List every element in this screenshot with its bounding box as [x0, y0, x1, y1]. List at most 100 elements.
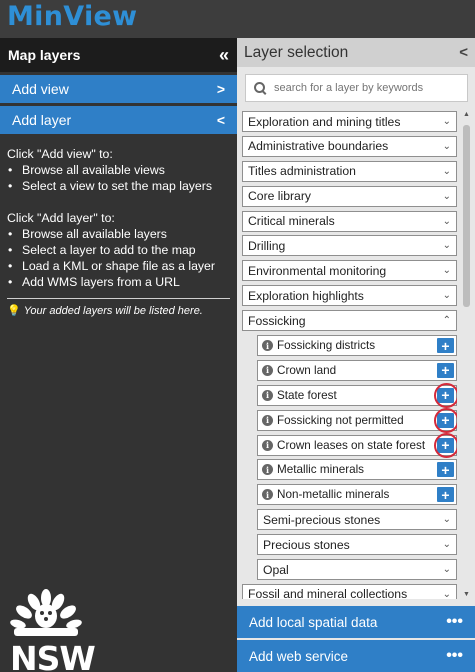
category-label: Fossil and mineral collections	[248, 587, 408, 599]
help-view-list: Browse all available views Select a view…	[7, 162, 230, 194]
waratah-icon	[10, 589, 82, 636]
info-icon[interactable]: i	[262, 439, 273, 451]
category-titles-administration[interactable]: Titles administration ⌄	[242, 160, 457, 182]
layer-item-fossicking-districts: i Fossicking districts +	[257, 335, 457, 357]
add-layer-plus-button[interactable]: +	[437, 487, 454, 503]
add-view-button[interactable]: Add view >	[0, 75, 237, 103]
list-scrollbar[interactable]: ▲ ▼	[462, 111, 471, 599]
category-label: Fossicking	[248, 313, 306, 328]
layer-label: Non-metallic minerals	[277, 488, 390, 502]
category-label: Core library	[248, 189, 311, 204]
layer-search-input[interactable]	[274, 82, 459, 94]
layer-item-non-metallic-minerals: i Non-metallic minerals +	[257, 484, 457, 506]
subgroup-precious-stones[interactable]: Precious stones ⌄	[257, 534, 457, 556]
chevron-down-icon: ⌄	[442, 265, 451, 277]
top-bar: MinView	[0, 0, 475, 38]
layer-item-metallic-minerals: i Metallic minerals +	[257, 459, 457, 481]
info-icon[interactable]: i	[262, 389, 273, 401]
category-exploration-and-mining-titles[interactable]: Exploration and mining titles ⌄	[242, 111, 457, 132]
added-layers-note: 💡 Your added layers will be listed here.	[0, 299, 237, 322]
help-layer-item: Browse all available layers	[7, 226, 230, 242]
chevron-left-icon: <	[216, 112, 225, 128]
map-layers-panel: Map layers « Add view > Add layer < Clic…	[0, 38, 237, 672]
add-layer-plus-button[interactable]: +	[437, 462, 454, 478]
chevron-down-icon: ⌄	[442, 539, 451, 551]
chevron-down-icon: ⌄	[442, 514, 451, 526]
chevron-right-icon: >	[216, 81, 225, 97]
add-local-spatial-data-button[interactable]: Add local spatial data •••	[237, 606, 475, 638]
category-administrative-boundaries[interactable]: Administrative boundaries ⌄	[242, 135, 457, 157]
info-icon[interactable]: i	[262, 489, 273, 501]
search-icon	[254, 81, 267, 95]
layer-item-fossicking-not-permitted: i Fossicking not permitted +	[257, 407, 457, 433]
layer-item-crown-land: i Crown land +	[257, 359, 457, 381]
chevron-up-icon: ⌃	[442, 315, 451, 327]
help-view-intro: Click "Add view" to:	[7, 147, 113, 161]
add-web-service-button[interactable]: Add web service •••	[237, 640, 475, 672]
add-local-spatial-data-label: Add local spatial data	[249, 614, 378, 630]
added-layers-note-text: Your added layers will be listed here.	[23, 304, 203, 317]
category-label: Drilling	[248, 238, 286, 253]
category-core-library[interactable]: Core library ⌄	[242, 185, 457, 207]
highlight-ring	[434, 432, 457, 458]
more-options-icon[interactable]: •••	[446, 647, 463, 665]
layer-label: Fossicking districts	[277, 339, 376, 353]
add-layer-button[interactable]: Add layer <	[0, 106, 237, 134]
close-icon[interactable]: <	[459, 44, 468, 61]
help-layer-intro: Click "Add layer" to:	[7, 211, 115, 225]
chevron-down-icon: ⌄	[442, 240, 451, 252]
chevron-down-icon: ⌄	[442, 564, 451, 576]
app-logo[interactable]: MinView	[7, 1, 137, 32]
layer-label: Crown leases on state forest	[277, 438, 426, 452]
layer-label: Fossicking not permitted	[277, 413, 404, 427]
layer-label: Metallic minerals	[277, 463, 365, 477]
subgroup-opal[interactable]: Opal ⌄	[257, 559, 457, 581]
add-view-label: Add view	[12, 81, 69, 97]
layer-search-box[interactable]	[245, 74, 468, 102]
help-view-item: Browse all available views	[7, 162, 230, 178]
subgroup-label: Precious stones	[263, 537, 350, 552]
highlight-ring	[434, 407, 457, 433]
category-label: Environmental monitoring	[248, 263, 387, 278]
info-icon[interactable]: i	[262, 340, 273, 352]
category-label: Exploration and mining titles	[248, 114, 401, 129]
collapse-panel-icon[interactable]: «	[219, 45, 229, 66]
category-critical-minerals[interactable]: Critical minerals ⌄	[242, 210, 457, 232]
chevron-down-icon: ⌄	[442, 116, 451, 127]
help-layer-item: Load a KML or shape file as a layer	[7, 258, 230, 274]
layer-category-list: Exploration and mining titles ⌄ Administ…	[242, 111, 457, 599]
map-layers-title: Map layers	[8, 47, 81, 63]
highlight-ring	[434, 382, 457, 408]
scroll-up-arrow-icon[interactable]: ▲	[462, 111, 471, 119]
layer-selection-header: Layer selection <	[237, 38, 475, 67]
chevron-down-icon: ⌄	[442, 190, 451, 202]
scrollbar-thumb[interactable]	[463, 125, 470, 307]
category-fossicking[interactable]: Fossicking ⌃	[242, 310, 457, 332]
subgroup-semi-precious-stones[interactable]: Semi-precious stones ⌄	[257, 509, 457, 531]
add-layer-plus-button[interactable]: +	[437, 362, 454, 378]
chevron-down-icon: ⌄	[442, 588, 451, 599]
help-text: Click "Add view" to: Browse all availabl…	[0, 134, 237, 290]
scroll-down-arrow-icon[interactable]: ▼	[462, 591, 471, 599]
category-label: Critical minerals	[248, 214, 335, 229]
category-environmental-monitoring[interactable]: Environmental monitoring ⌄	[242, 260, 457, 282]
info-icon[interactable]: i	[262, 464, 273, 476]
chevron-down-icon: ⌄	[442, 140, 451, 152]
category-fossil-and-mineral-collections[interactable]: Fossil and mineral collections ⌄	[242, 583, 457, 599]
info-icon[interactable]: i	[262, 414, 273, 426]
category-drilling[interactable]: Drilling ⌄	[242, 235, 457, 257]
layer-selection-title: Layer selection	[244, 43, 349, 61]
help-layer-item: Select a layer to add to the map	[7, 242, 230, 258]
category-label: Exploration highlights	[248, 288, 364, 303]
subgroup-label: Opal	[263, 562, 289, 577]
add-layer-plus-button[interactable]: +	[437, 338, 454, 354]
more-options-icon[interactable]: •••	[446, 613, 463, 631]
chevron-down-icon: ⌄	[442, 290, 451, 302]
help-layer-item: Add WMS layers from a URL	[7, 274, 230, 290]
layer-selection-panel: Layer selection < Exploration and mining…	[237, 38, 475, 672]
chevron-down-icon: ⌄	[442, 165, 451, 177]
layer-label: State forest	[277, 388, 337, 402]
layer-label: Crown land	[277, 363, 337, 377]
category-exploration-highlights[interactable]: Exploration highlights ⌄	[242, 285, 457, 307]
info-icon[interactable]: i	[262, 364, 273, 376]
